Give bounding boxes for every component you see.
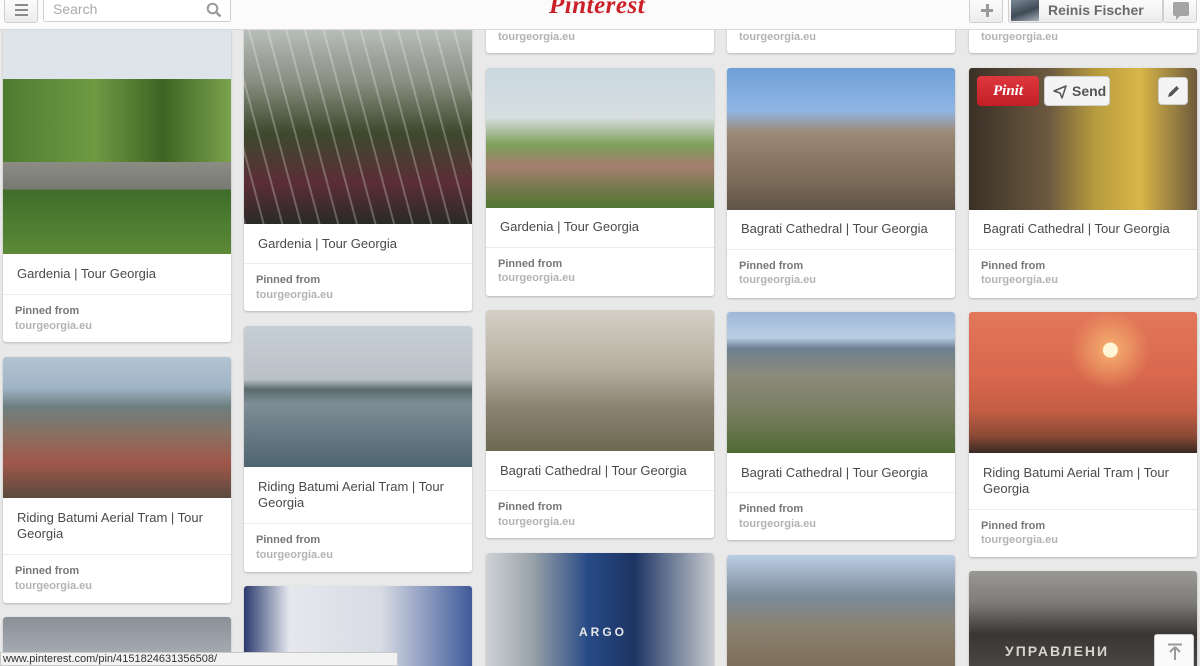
pin-source-link[interactable]: tourgeorgia.eu xyxy=(981,534,1058,546)
pin-image-caption: УПРАВЛЕНИ xyxy=(1005,643,1110,659)
pin-card[interactable]: Bagrati Cathedral | Tour Georgia Pinned … xyxy=(727,68,955,298)
search-input[interactable] xyxy=(53,1,203,17)
pinned-from-label: Pinned from xyxy=(256,274,321,286)
pencil-icon xyxy=(1168,86,1179,97)
pin-card[interactable] xyxy=(727,555,955,666)
pin-image[interactable] xyxy=(727,312,955,453)
user-profile-button[interactable]: Reinis Fischer xyxy=(1008,0,1163,23)
pin-description[interactable]: Riding Batumi Aerial Tram | Tour Georgia xyxy=(17,510,222,542)
speech-bubble-icon xyxy=(1173,2,1189,20)
pinned-from-label: Pinned from xyxy=(739,260,804,272)
edit-pin-button[interactable] xyxy=(1158,77,1188,105)
pin-image[interactable] xyxy=(727,555,955,666)
pin-image[interactable] xyxy=(969,312,1197,453)
pin-image-caption: ARGO xyxy=(579,625,627,639)
send-label: Send xyxy=(1072,83,1107,99)
pin-description[interactable]: Bagrati Cathedral | Tour Georgia xyxy=(741,221,946,237)
pin-card[interactable]: Gardenia | Tour Georgia Pinned from tour… xyxy=(3,24,231,342)
pin-image[interactable] xyxy=(727,68,955,210)
pin-source-link[interactable]: tourgeorgia.eu xyxy=(256,289,333,301)
pin-description[interactable]: Gardenia | Tour Georgia xyxy=(17,266,222,282)
pinned-from-label: Pinned from xyxy=(15,305,80,317)
pinned-from-label: Pinned from xyxy=(739,503,804,515)
pin-description[interactable]: Riding Batumi Aerial Tram | Tour Georgia xyxy=(258,479,463,511)
pin-description[interactable]: Gardenia | Tour Georgia xyxy=(500,219,705,235)
user-name: Reinis Fischer xyxy=(1048,2,1144,18)
pinterest-logo[interactable]: Pinterest xyxy=(549,0,645,20)
pin-card[interactable]: Riding Batumi Aerial Tram | Tour Georgia… xyxy=(969,312,1197,557)
pin-source-link[interactable]: tourgeorgia.eu xyxy=(15,580,92,592)
top-header: Pinterest Reinis Fischer xyxy=(0,0,1200,30)
pin-source-link[interactable]: tourgeorgia.eu xyxy=(739,518,816,530)
pin-description[interactable]: Gardenia | Tour Georgia xyxy=(258,236,463,252)
pin-description[interactable]: Bagrati Cathedral | Tour Georgia xyxy=(983,221,1188,237)
pin-image[interactable] xyxy=(486,68,714,208)
pin-description[interactable]: Bagrati Cathedral | Tour Georgia xyxy=(500,463,705,479)
arrow-up-icon xyxy=(1168,643,1182,660)
pin-card[interactable]: Riding Batumi Aerial Tram | Tour Georgia… xyxy=(3,357,231,603)
scroll-to-top-button[interactable] xyxy=(1154,634,1194,666)
pin-image[interactable] xyxy=(486,310,714,451)
pin-source-link[interactable]: tourgeorgia.eu xyxy=(981,274,1058,286)
search-box xyxy=(43,0,231,22)
pinned-from-label: Pinned from xyxy=(981,520,1046,532)
pinned-from-label: Pinned from xyxy=(498,501,563,513)
pin-card[interactable]: Bagrati Cathedral | Tour Georgia Pinned … xyxy=(727,312,955,540)
pin-source-link[interactable]: tourgeorgia.eu xyxy=(256,549,333,561)
pinned-from-label: Pinned from xyxy=(15,565,80,577)
pin-card[interactable]: Bagrati Cathedral | Tour Georgia Pinned … xyxy=(486,310,714,538)
pin-source-link[interactable]: tourgeorgia.eu xyxy=(739,274,816,286)
menu-button[interactable] xyxy=(4,0,38,23)
pin-image[interactable] xyxy=(3,24,231,254)
pin-source-link[interactable]: tourgeorgia.eu xyxy=(498,516,575,528)
search-icon[interactable] xyxy=(206,2,222,18)
browser-status-url: www.pinterest.com/pin/415182463135650​8/ xyxy=(0,652,398,666)
avatar xyxy=(1011,0,1039,21)
pin-source-link[interactable]: tourgeorgia.eu xyxy=(739,31,816,43)
pin-card[interactable]: Gardenia | Tour Georgia Pinned from tour… xyxy=(244,20,472,311)
paper-plane-icon xyxy=(1053,85,1067,99)
pin-image[interactable]: ARGO xyxy=(486,553,714,666)
pin-card[interactable]: ARGO xyxy=(486,553,714,666)
pin-image[interactable] xyxy=(244,20,472,224)
hamburger-icon xyxy=(15,4,28,6)
pin-source-link[interactable]: tourgeorgia.eu xyxy=(15,320,92,332)
notifications-button[interactable] xyxy=(1163,0,1197,23)
pinned-from-label: Pinned from xyxy=(981,260,1046,272)
pinit-button[interactable]: Pinit xyxy=(977,76,1039,106)
pinned-from-label: Pinned from xyxy=(498,258,563,270)
add-pin-button[interactable] xyxy=(969,0,1003,23)
send-button[interactable]: Send xyxy=(1044,76,1110,106)
pin-image[interactable] xyxy=(244,326,472,467)
pin-card[interactable]: Gardenia | Tour Georgia Pinned from tour… xyxy=(486,68,714,296)
pin-image[interactable] xyxy=(3,357,231,498)
pin-description[interactable]: Riding Batumi Aerial Tram | Tour Georgia xyxy=(983,465,1188,497)
pin-card[interactable]: Riding Batumi Aerial Tram | Tour Georgia… xyxy=(244,326,472,572)
pin-description[interactable]: Bagrati Cathedral | Tour Georgia xyxy=(741,465,946,481)
pin-source-link[interactable]: tourgeorgia.eu xyxy=(498,272,575,284)
pinned-from-label: Pinned from xyxy=(256,534,321,546)
pin-source-link[interactable]: tourgeorgia.eu xyxy=(498,31,575,43)
pin-source-link[interactable]: tourgeorgia.eu xyxy=(981,31,1058,43)
